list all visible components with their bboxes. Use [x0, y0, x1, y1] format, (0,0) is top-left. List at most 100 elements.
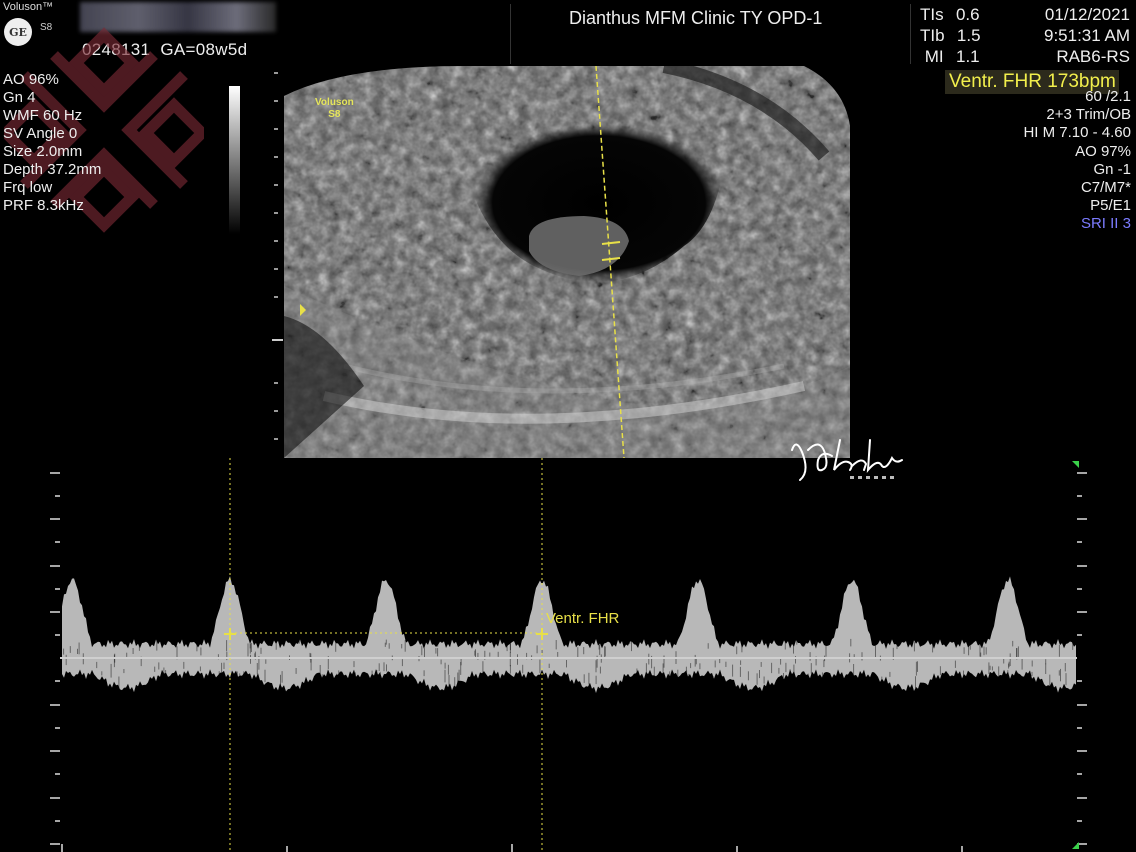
spectral-speckle	[123, 669, 124, 673]
spectral-speckle	[448, 665, 449, 675]
spectral-speckle	[206, 674, 207, 687]
spectral-speckle	[254, 653, 255, 657]
spectral-speckle	[335, 639, 336, 652]
spectral-speckle	[984, 647, 985, 656]
spectral-speckle	[980, 653, 981, 657]
spectral-speckle	[940, 666, 941, 675]
spectral-speckle	[243, 671, 244, 679]
spectral-speckle	[778, 668, 779, 674]
axis-left-tick-50: 50	[28, 559, 45, 576]
param-depth: Depth 37.2mm	[3, 161, 101, 179]
spectral-speckle	[917, 661, 918, 672]
spectral-speckle	[631, 640, 632, 651]
spectral-speckle	[437, 642, 438, 646]
axis-left-tick-neg75: -75	[23, 791, 45, 808]
probe-watermark: Voluson S8	[315, 97, 354, 121]
spectral-speckle	[808, 674, 809, 681]
spectral-speckle	[708, 643, 709, 649]
spectral-envelope	[62, 576, 1076, 693]
spectral-speckle	[164, 674, 165, 686]
spectral-speckle	[785, 663, 786, 672]
spectral-speckle	[126, 653, 127, 657]
spectral-speckle	[114, 655, 115, 668]
spectral-speckle	[688, 674, 689, 679]
bmode-ultrasound-image[interactable]	[284, 66, 850, 458]
spectral-speckle	[1072, 642, 1073, 650]
spectral-speckle	[648, 654, 649, 665]
spectral-speckle	[510, 665, 511, 674]
spectral-speckle	[629, 638, 630, 644]
spectral-speckle	[790, 669, 791, 674]
param-trim: 2+3 Trim/OB	[1023, 106, 1131, 124]
spectral-speckle	[196, 644, 197, 652]
spectral-speckle	[424, 648, 425, 657]
axis-right-unit: cm/s	[1084, 651, 1116, 668]
green-marker-top-icon	[1072, 461, 1079, 468]
caliper-label: Ventr. FHR	[546, 610, 620, 627]
spectral-speckle	[522, 665, 523, 674]
param-sv-angle: SV Angle 0	[3, 125, 101, 143]
spectral-speckle	[445, 663, 446, 669]
spectral-speckle	[118, 677, 119, 690]
spectral-speckle	[695, 655, 696, 667]
spectral-speckle	[1003, 659, 1004, 664]
spectral-speckle	[276, 639, 277, 650]
spectral-speckle	[975, 677, 976, 683]
tis-label: TIs	[920, 5, 944, 24]
spectral-speckle	[599, 645, 600, 655]
spectral-speckle	[793, 665, 794, 677]
spectral-speckle	[862, 652, 863, 660]
thermal-mechanical-indices: TIs 0.6 TIb 1.5 MI 1.1	[920, 4, 981, 67]
param-frame: 60 /2.1	[1023, 88, 1131, 106]
spectral-speckle	[1018, 646, 1019, 657]
spectral-speckle	[79, 643, 80, 655]
spectral-speckle	[1060, 669, 1061, 681]
spectral-speckle	[435, 648, 436, 654]
spectral-speckle	[713, 676, 714, 683]
bmode-parameters: 60 /2.1 2+3 Trim/OB HI M 7.10 - 4.60 AO …	[1023, 88, 1131, 234]
spectral-speckle	[1066, 673, 1067, 685]
spectral-speckle	[401, 644, 402, 648]
spectral-speckle	[732, 665, 733, 677]
spectral-speckle	[690, 663, 691, 668]
spectral-speckle	[239, 673, 240, 682]
spectral-speckle	[955, 661, 956, 668]
spectral-speckle	[299, 638, 300, 643]
param-prf: PRF 8.3kHz	[3, 197, 101, 215]
tib-label: TIb	[920, 26, 945, 45]
spectral-speckle	[510, 644, 511, 653]
spectral-speckle	[482, 661, 483, 673]
doppler-parameters: AO 96% Gn 4 WMF 60 Hz SV Angle 0 Size 2.…	[3, 71, 101, 215]
grayscale-bar	[229, 86, 240, 234]
spectral-speckle	[932, 643, 933, 652]
spectral-speckle	[992, 666, 993, 670]
spectral-speckle	[510, 652, 511, 666]
spectral-speckle	[437, 648, 438, 656]
spectral-speckle	[386, 664, 387, 671]
spectral-speckle	[997, 677, 998, 682]
param-size: Size 2.0mm	[3, 143, 101, 161]
spectral-speckle	[600, 667, 601, 674]
spectral-speckle	[998, 666, 999, 676]
spectral-speckle	[421, 646, 422, 655]
spectral-speckle	[77, 649, 78, 654]
spectral-speckle	[990, 666, 991, 670]
spectral-speckle	[1026, 674, 1027, 682]
spectral-speckle	[219, 671, 220, 681]
axis-left-tick-75: 75	[28, 512, 45, 529]
axis-left-tick-neg25: -25	[23, 698, 45, 715]
spectral-speckle	[677, 670, 678, 679]
spectral-speckle	[853, 664, 854, 675]
spectral-speckle	[757, 673, 758, 685]
spectral-speckle	[699, 663, 700, 669]
spectral-speckle	[517, 654, 518, 665]
spectral-speckle	[296, 668, 297, 674]
spectral-speckle	[354, 661, 355, 667]
axis-left-tick-100: 100	[20, 466, 45, 483]
spectral-speckle	[389, 643, 390, 649]
datetime-block: 01/12/2021 9:51:31 AM RAB6-RS	[1044, 4, 1130, 67]
spectral-speckle	[669, 671, 670, 677]
pulsed-wave-doppler-spectrum[interactable]: 100 75 50 25 cm/s -25 -50 -75 -100 100 7…	[0, 458, 1136, 852]
depth-scale	[271, 70, 285, 450]
spectral-speckle	[379, 663, 380, 671]
